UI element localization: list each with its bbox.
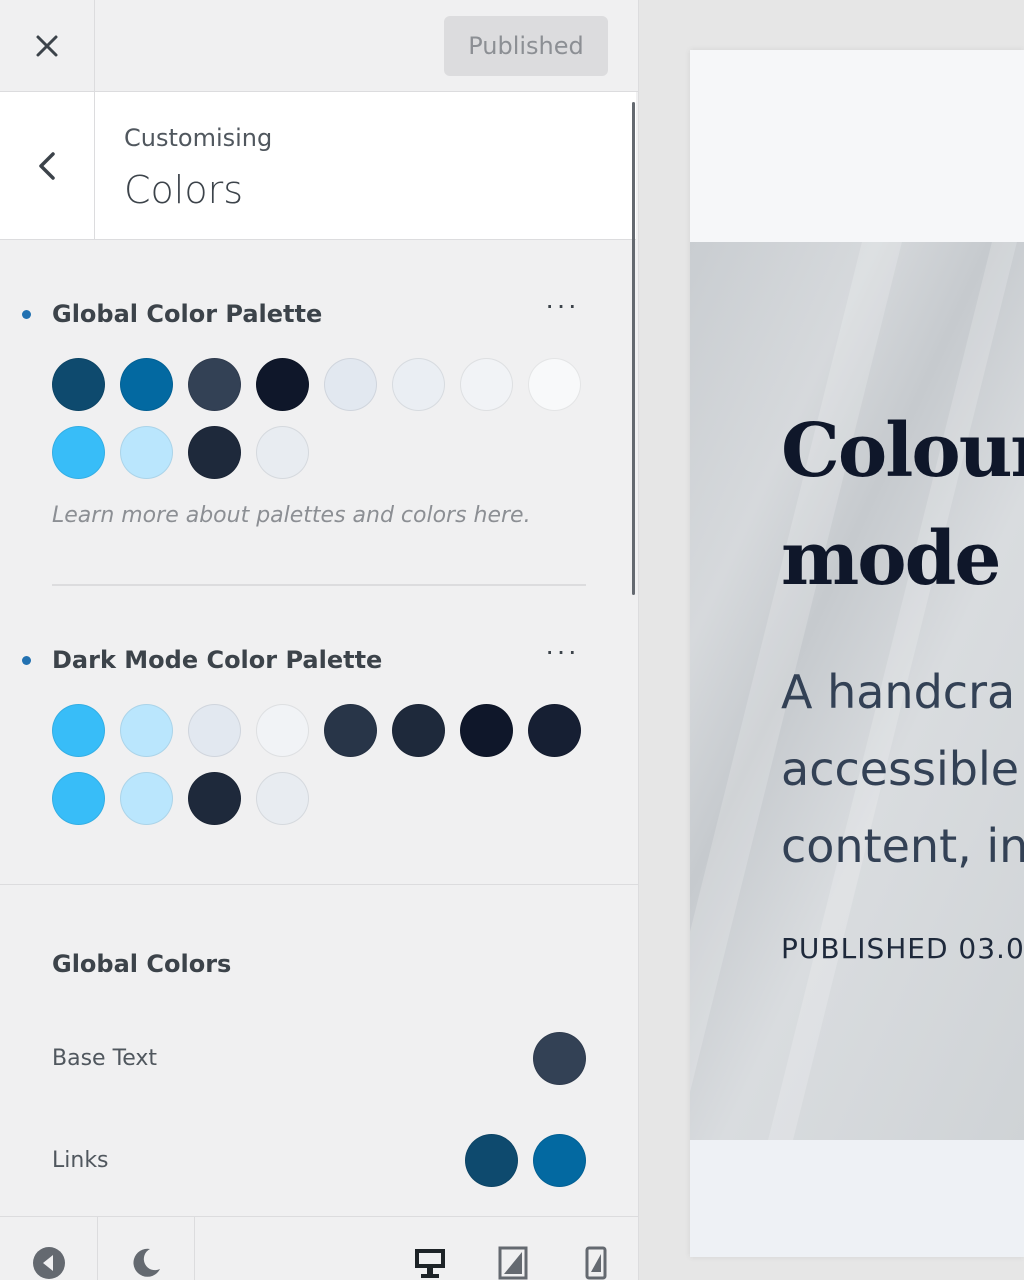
section-header: Customising Colors xyxy=(0,92,636,240)
close-button[interactable] xyxy=(0,0,95,91)
modified-indicator xyxy=(22,656,31,665)
palette-color-swatch[interactable] xyxy=(120,772,173,825)
palette-color-swatch[interactable] xyxy=(188,704,241,757)
preview-site-header xyxy=(690,50,1024,242)
global-palette-header: Global Color Palette ··· xyxy=(0,291,636,336)
palette-help-text: Learn more about palettes and colors her… xyxy=(52,503,531,528)
chevron-left-icon xyxy=(39,151,55,180)
global-palette-more-button[interactable]: ··· xyxy=(540,291,584,326)
palette-color-swatch[interactable] xyxy=(256,426,309,479)
preview-site-footer xyxy=(690,1140,1024,1257)
global-palette-title: Global Color Palette xyxy=(52,300,323,328)
section-title: Colors xyxy=(124,168,244,212)
preview-desktop-button[interactable] xyxy=(405,1217,455,1280)
palette-color-swatch[interactable] xyxy=(460,358,513,411)
palette-color-swatch[interactable] xyxy=(528,358,581,411)
palette-color-swatch[interactable] xyxy=(188,772,241,825)
desktop-icon xyxy=(415,1249,445,1278)
palette-color-swatch[interactable] xyxy=(120,704,173,757)
links-color-swatch[interactable] xyxy=(465,1134,518,1187)
dark-palette-more-button[interactable]: ··· xyxy=(540,637,584,672)
palette-color-swatch[interactable] xyxy=(256,772,309,825)
palette-color-swatch[interactable] xyxy=(460,704,513,757)
links-hover-color-swatch[interactable] xyxy=(533,1134,586,1187)
collapse-sidebar-icon xyxy=(32,1247,65,1279)
global-colors-title: Global Colors xyxy=(52,950,232,978)
palette-color-swatch[interactable] xyxy=(392,704,445,757)
preview-tablet-button[interactable] xyxy=(488,1217,538,1280)
palette-color-swatch[interactable] xyxy=(52,426,105,479)
preview-mobile-button[interactable] xyxy=(571,1217,621,1280)
publish-button[interactable]: Published xyxy=(444,16,608,76)
palette-color-swatch[interactable] xyxy=(256,358,309,411)
scrollbar[interactable] xyxy=(632,102,635,595)
palette-color-swatch[interactable] xyxy=(120,426,173,479)
hero-title-line: Colour xyxy=(781,408,1024,494)
palette-color-swatch[interactable] xyxy=(52,704,105,757)
preview-hero-lede: A handcra accessible content, in xyxy=(781,654,1024,885)
hero-lede-line: accessible xyxy=(781,742,1020,796)
divider xyxy=(52,584,586,586)
dark-palette-title: Dark Mode Color Palette xyxy=(52,646,383,674)
preview-hero: Colour mode c A handcra accessible conte… xyxy=(690,242,1024,1140)
base-text-label: Base Text xyxy=(52,1046,158,1071)
preview-published-date: PUBLISHED 03.0 xyxy=(781,932,1024,965)
customizer-footer xyxy=(0,1216,638,1280)
modified-indicator xyxy=(22,310,31,319)
palette-color-swatch[interactable] xyxy=(392,358,445,411)
back-button[interactable] xyxy=(0,92,95,239)
dark-palette-header: Dark Mode Color Palette ··· xyxy=(0,637,636,682)
close-icon xyxy=(36,35,58,56)
palette-color-swatch[interactable] xyxy=(188,358,241,411)
palette-color-swatch[interactable] xyxy=(52,772,105,825)
customizer-header: Published xyxy=(0,0,638,92)
palette-color-swatch[interactable] xyxy=(52,358,105,411)
palette-color-swatch[interactable] xyxy=(256,704,309,757)
tablet-icon xyxy=(498,1246,528,1280)
dark-mode-toggle[interactable] xyxy=(98,1217,194,1280)
palette-color-swatch[interactable] xyxy=(324,358,377,411)
site-preview: Colour mode c A handcra accessible conte… xyxy=(690,50,1024,1257)
mobile-icon xyxy=(585,1246,607,1280)
palette-color-swatch[interactable] xyxy=(188,426,241,479)
customizer-sidebar: Published Customising Colors Global Colo… xyxy=(0,0,639,1280)
breadcrumb: Customising xyxy=(124,124,273,152)
base-text-color-swatch[interactable] xyxy=(533,1032,586,1085)
palette-color-swatch[interactable] xyxy=(324,704,377,757)
collapse-sidebar-button[interactable] xyxy=(0,1217,97,1280)
section-divider xyxy=(0,884,638,885)
moon-icon xyxy=(133,1248,160,1277)
palette-color-swatch[interactable] xyxy=(120,358,173,411)
preview-hero-title: Colour mode c xyxy=(781,397,1024,613)
links-label: Links xyxy=(52,1148,109,1173)
footer-separator xyxy=(194,1217,195,1280)
hero-lede-line: A handcra xyxy=(781,665,1016,719)
hero-title-line: mode c xyxy=(781,516,1024,602)
hero-lede-line: content, in xyxy=(781,819,1024,873)
palette-color-swatch[interactable] xyxy=(528,704,581,757)
